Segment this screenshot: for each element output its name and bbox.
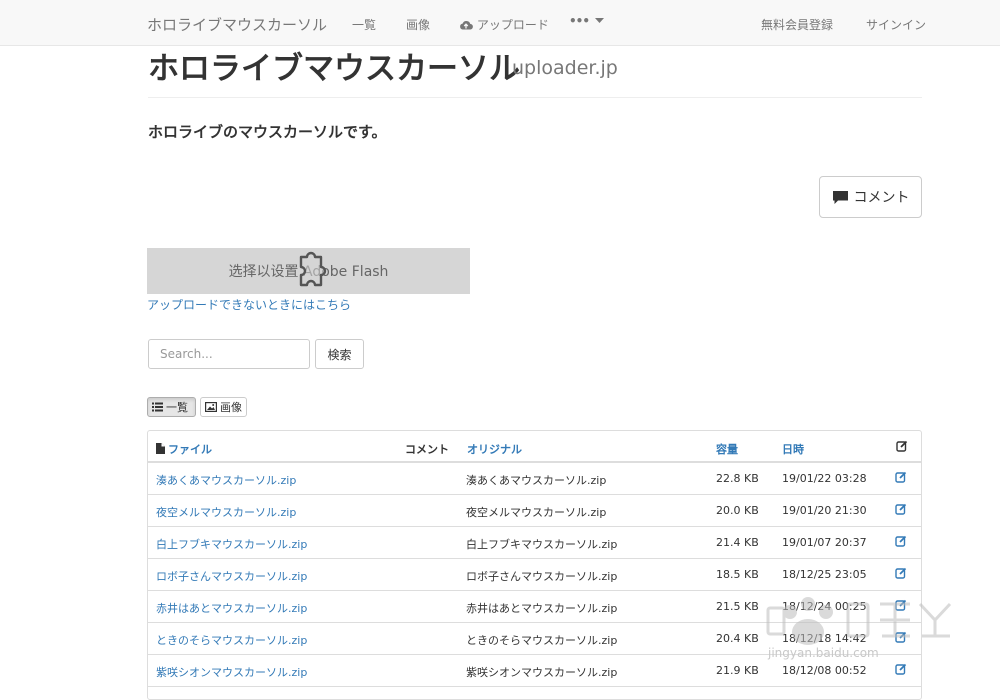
edit-icon[interactable] bbox=[895, 663, 907, 678]
file-date: 19/01/07 20:37 bbox=[782, 536, 867, 549]
file-size: 20.0 KB bbox=[716, 504, 759, 517]
file-size: 21.5 KB bbox=[716, 600, 759, 613]
view-list-button[interactable]: 一覧 bbox=[147, 397, 196, 417]
table-row bbox=[148, 686, 921, 699]
edit-icon[interactable] bbox=[895, 567, 907, 582]
page-subtitle: uploader.jp bbox=[512, 57, 618, 79]
file-size: 21.4 KB bbox=[716, 536, 759, 549]
edit-icon bbox=[896, 440, 908, 452]
original-name: ときのそらマウスカーソル.zip bbox=[466, 634, 618, 647]
nav-link-images[interactable]: 画像 bbox=[406, 16, 430, 33]
view-list-label: 一覧 bbox=[166, 401, 188, 414]
file-icon bbox=[156, 443, 165, 454]
original-name: 紫咲シオンマウスカーソル.zip bbox=[466, 666, 618, 679]
header-size[interactable]: 容量 bbox=[716, 441, 738, 457]
header-edit[interactable] bbox=[896, 440, 908, 455]
ellipsis-icon: ••• bbox=[569, 14, 590, 28]
list-icon bbox=[152, 402, 163, 412]
table-row: 赤井はあとマウスカーソル.zip 赤井はあとマウスカーソル.zip 21.5 K… bbox=[148, 590, 921, 622]
file-size: 21.9 KB bbox=[716, 664, 759, 677]
header-file[interactable]: ファイル bbox=[156, 441, 212, 457]
search-button[interactable]: 検索 bbox=[315, 339, 364, 369]
cloud-upload-icon bbox=[460, 20, 473, 30]
header-comment: コメント bbox=[405, 443, 449, 456]
original-name: 白上フブキマウスカーソル.zip bbox=[466, 538, 618, 551]
caret-down-icon bbox=[595, 18, 605, 23]
edit-icon[interactable] bbox=[895, 631, 907, 646]
nav-link-upload[interactable]: アップロード bbox=[459, 16, 549, 33]
original-name: 赤井はあとマウスカーソル.zip bbox=[466, 602, 618, 615]
header-file-label: ファイル bbox=[168, 443, 212, 456]
file-name-link[interactable]: 赤井はあとマウスカーソル.zip bbox=[156, 600, 307, 616]
view-image-label: 画像 bbox=[220, 401, 242, 414]
table-row: 夜空メルマウスカーソル.zip 夜空メルマウスカーソル.zip 20.0 KB … bbox=[148, 494, 921, 526]
table-header: ファイル コメント オリジナル 容量 日時 bbox=[148, 431, 921, 463]
file-date: 18/12/24 00:25 bbox=[782, 600, 867, 613]
file-date: 19/01/20 21:30 bbox=[782, 504, 867, 517]
page-title: ホロライブマウスカーソル bbox=[148, 51, 520, 87]
comment-icon bbox=[832, 190, 848, 204]
file-name-link[interactable]: ときのそらマウスカーソル.zip bbox=[156, 632, 307, 648]
search-input[interactable] bbox=[148, 339, 310, 369]
comment-button-label: コメント bbox=[853, 190, 910, 206]
navbar-brand[interactable]: ホロライブマウスカーソル bbox=[147, 14, 327, 35]
file-date: 18/12/18 14:42 bbox=[782, 632, 867, 645]
original-name: 湊あくあマウスカーソル.zip bbox=[466, 474, 607, 487]
file-name-link[interactable]: 夜空メルマウスカーソル.zip bbox=[156, 504, 296, 520]
file-size: 18.5 KB bbox=[716, 568, 759, 581]
comment-button[interactable]: コメント bbox=[819, 176, 922, 218]
edit-icon[interactable] bbox=[895, 535, 907, 550]
top-navbar: ホロライブマウスカーソル 一覧 画像 アップロード ••• 無料会員登録 サイン… bbox=[0, 0, 1000, 46]
table-row: 白上フブキマウスカーソル.zip 白上フブキマウスカーソル.zip 21.4 K… bbox=[148, 526, 921, 558]
file-size: 22.8 KB bbox=[716, 472, 759, 485]
nav-link-list[interactable]: 一覧 bbox=[352, 16, 376, 33]
file-size: 20.4 KB bbox=[716, 632, 759, 645]
view-image-button[interactable]: 画像 bbox=[200, 397, 247, 417]
file-date: 19/01/22 03:28 bbox=[782, 472, 867, 485]
file-name-link[interactable]: ロボ子さんマウスカーソル.zip bbox=[156, 568, 307, 584]
page-description: ホロライブのマウスカーソルです。 bbox=[148, 123, 387, 141]
edit-icon[interactable] bbox=[895, 471, 907, 486]
file-date: 18/12/08 00:52 bbox=[782, 664, 867, 677]
header-date[interactable]: 日時 bbox=[782, 441, 804, 457]
table-row: ロボ子さんマウスカーソル.zip ロボ子さんマウスカーソル.zip 18.5 K… bbox=[148, 558, 921, 590]
nav-more-dropdown[interactable]: ••• bbox=[569, 14, 605, 28]
image-icon bbox=[205, 402, 217, 412]
original-name: ロボ子さんマウスカーソル.zip bbox=[466, 570, 618, 583]
nav-link-upload-label: アップロード bbox=[476, 18, 549, 32]
edit-icon[interactable] bbox=[895, 599, 907, 614]
plugin-puzzle-icon bbox=[299, 251, 327, 287]
upload-fallback-link[interactable]: アップロードできないときにはこちら bbox=[147, 296, 351, 313]
table-row: 湊あくあマウスカーソル.zip 湊あくあマウスカーソル.zip 22.8 KB … bbox=[148, 462, 921, 494]
file-date: 18/12/25 23:05 bbox=[782, 568, 867, 581]
signin-link[interactable]: サインイン bbox=[866, 16, 926, 33]
file-name-link[interactable]: 白上フブキマウスカーソル.zip bbox=[156, 536, 307, 552]
edit-icon[interactable] bbox=[895, 503, 907, 518]
title-divider bbox=[148, 97, 922, 98]
header-original[interactable]: オリジナル bbox=[467, 441, 522, 457]
original-name: 夜空メルマウスカーソル.zip bbox=[466, 506, 607, 519]
watermark-text: jingyan.baidu.com bbox=[768, 646, 879, 660]
file-name-link[interactable]: 湊あくあマウスカーソル.zip bbox=[156, 472, 296, 488]
file-name-link[interactable]: 紫咲シオンマウスカーソル.zip bbox=[156, 664, 307, 680]
signup-link[interactable]: 無料会員登録 bbox=[761, 16, 833, 33]
